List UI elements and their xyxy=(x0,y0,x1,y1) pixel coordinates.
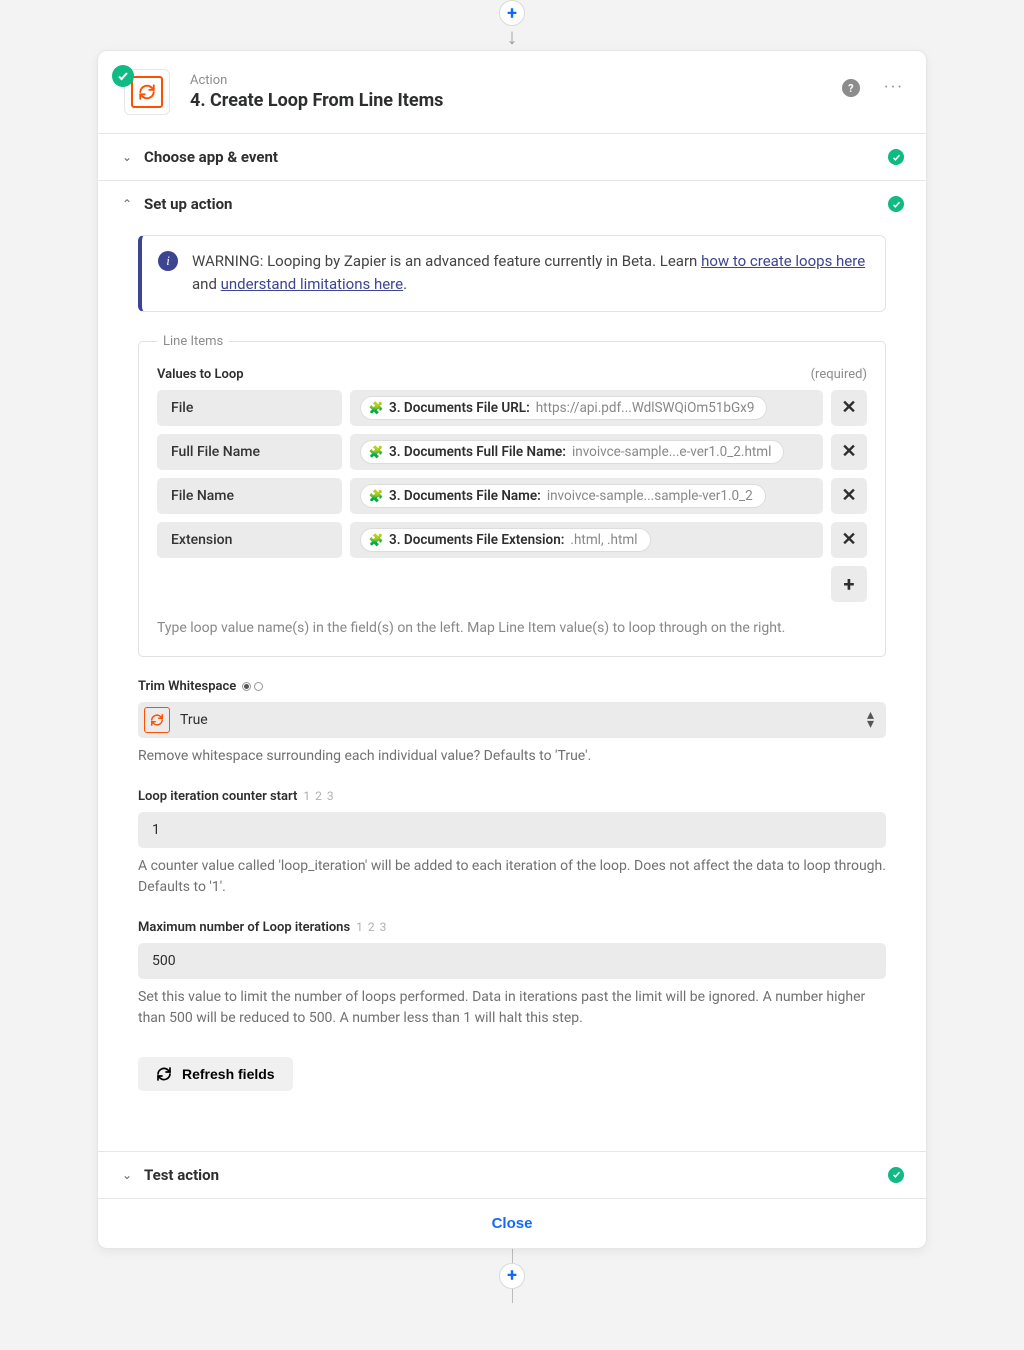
values-to-loop-label: Values to Loop xyxy=(157,367,244,382)
counter-help: A counter value called 'loop_iteration' … xyxy=(138,856,886,898)
line-item-row: Extension 🧩3. Documents File Extension: .… xyxy=(157,522,867,558)
line-item-value-input[interactable]: 🧩3. Documents File Extension: .html, .ht… xyxy=(350,522,823,558)
mapped-value-pill[interactable]: 🧩3. Documents File URL: https://api.pdf.… xyxy=(360,396,767,420)
arrow-down-icon: ↓ xyxy=(507,24,518,50)
card-header: Action 4. Create Loop From Line Items ? … xyxy=(98,51,926,133)
line-item-key-input[interactable]: File Name xyxy=(157,478,342,514)
trim-value: True xyxy=(180,712,867,728)
trim-help: Remove whitespace surrounding each indiv… xyxy=(138,746,886,767)
section-test-action[interactable]: ⌄ Test action xyxy=(98,1152,926,1198)
remove-row-button[interactable]: ✕ xyxy=(831,478,867,514)
max-input[interactable]: 500 xyxy=(138,943,886,979)
add-step-bottom[interactable]: + xyxy=(499,1263,525,1289)
step-kicker: Action xyxy=(190,73,443,88)
mapped-value-pill[interactable]: 🧩3. Documents File Name: invoivce-sample… xyxy=(360,484,766,508)
status-check-icon xyxy=(888,196,904,212)
chevron-down-icon: ⌄ xyxy=(120,1168,134,1182)
max-label: Maximum number of Loop iterations 1 2 3 xyxy=(138,920,886,935)
puzzle-icon: 🧩 xyxy=(369,401,383,415)
close-button[interactable]: Close xyxy=(492,1215,533,1232)
section-label: Choose app & event xyxy=(144,148,278,166)
add-step-top[interactable]: + xyxy=(499,0,525,26)
counter-input[interactable]: 1 xyxy=(138,812,886,848)
trim-label: Trim Whitespace xyxy=(138,679,886,694)
section-label: Set up action xyxy=(144,195,232,213)
section-setup-body: i WARNING: Looping by Zapier is an advan… xyxy=(98,227,926,1151)
select-caret-icon: ▴▾ xyxy=(867,711,874,728)
line-item-value-input[interactable]: 🧩3. Documents Full File Name: invoivce-s… xyxy=(350,434,823,470)
line-item-value-input[interactable]: 🧩3. Documents File URL: https://api.pdf.… xyxy=(350,390,823,426)
trim-select[interactable]: True ▴▾ xyxy=(138,702,886,738)
warning-text: WARNING: Looping by Zapier is an advance… xyxy=(192,250,869,297)
line-item-value-input[interactable]: 🧩3. Documents File Name: invoivce-sample… xyxy=(350,478,823,514)
puzzle-icon: 🧩 xyxy=(369,489,383,503)
chevron-down-icon: ⌄ xyxy=(120,150,134,164)
link-limitations[interactable]: understand limitations here xyxy=(221,275,403,293)
section-setup-action[interactable]: ⌃ Set up action xyxy=(98,181,926,227)
mapped-value-pill[interactable]: 🧩3. Documents Full File Name: invoivce-s… xyxy=(360,440,784,464)
required-label: (required) xyxy=(811,367,867,382)
line-items-fieldset: Line Items Values to Loop (required) Fil… xyxy=(138,334,886,657)
help-icon[interactable]: ? xyxy=(842,79,860,97)
puzzle-icon: 🧩 xyxy=(369,445,383,459)
status-check-icon xyxy=(888,149,904,165)
chevron-up-icon: ⌃ xyxy=(120,197,134,211)
line-item-row: Full File Name 🧩3. Documents Full File Na… xyxy=(157,434,867,470)
connector-line xyxy=(512,1289,513,1303)
counter-label: Loop iteration counter start 1 2 3 xyxy=(138,789,886,804)
remove-row-button[interactable]: ✕ xyxy=(831,390,867,426)
step-title: 4. Create Loop From Line Items xyxy=(190,90,443,111)
remove-row-button[interactable]: ✕ xyxy=(831,434,867,470)
warning-banner: i WARNING: Looping by Zapier is an advan… xyxy=(138,235,886,312)
add-row-button[interactable]: + xyxy=(831,566,867,602)
line-item-key-input[interactable]: File xyxy=(157,390,342,426)
remove-row-button[interactable]: ✕ xyxy=(831,522,867,558)
puzzle-icon: 🧩 xyxy=(369,533,383,547)
line-item-row: File Name 🧩3. Documents File Name: invoiv… xyxy=(157,478,867,514)
max-help: Set this value to limit the number of lo… xyxy=(138,987,886,1029)
section-choose-app[interactable]: ⌄ Choose app & event xyxy=(98,134,926,180)
line-items-hint: Type loop value name(s) in the field(s) … xyxy=(157,620,867,636)
info-icon: i xyxy=(158,251,178,271)
mapped-value-pill[interactable]: 🧩3. Documents File Extension: .html, .ht… xyxy=(360,528,651,552)
line-item-row: File 🧩3. Documents File URL: https://api.… xyxy=(157,390,867,426)
refresh-icon xyxy=(156,1066,172,1082)
status-check-icon xyxy=(888,1167,904,1183)
refresh-fields-button[interactable]: Refresh fields xyxy=(138,1057,293,1091)
loop-icon xyxy=(144,707,170,733)
line-item-key-input[interactable]: Full File Name xyxy=(157,434,342,470)
action-card: Action 4. Create Loop From Line Items ? … xyxy=(97,50,927,1249)
link-create-loops[interactable]: how to create loops here xyxy=(701,252,865,270)
section-label: Test action xyxy=(144,1166,219,1184)
status-check-icon xyxy=(112,65,134,87)
connector-line xyxy=(512,1249,513,1263)
loop-icon xyxy=(138,83,156,101)
fieldset-legend: Line Items xyxy=(157,334,229,349)
line-item-key-input[interactable]: Extension xyxy=(157,522,342,558)
more-menu[interactable]: ··· xyxy=(884,79,904,97)
radio-icons xyxy=(242,682,263,691)
